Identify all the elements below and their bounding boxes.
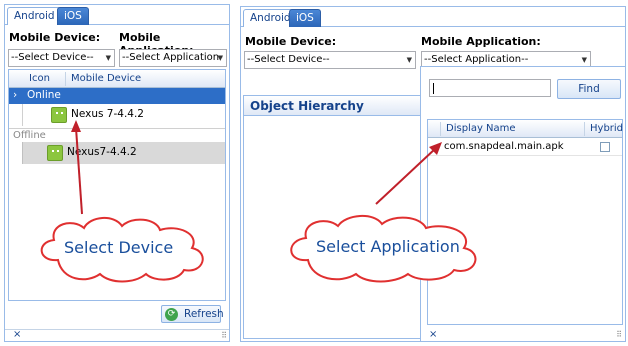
hybrid-checkbox[interactable] xyxy=(600,142,610,152)
refresh-label: Refresh xyxy=(184,308,224,320)
device-row-offline[interactable]: Nexus7-4.4.2 xyxy=(9,142,225,164)
application-dropdown-value: --Select Application-- xyxy=(424,54,529,65)
annotation-arrow xyxy=(71,120,83,215)
popup-search-input[interactable] xyxy=(429,79,551,97)
object-hierarchy-title: Object Hierarchy xyxy=(244,96,422,116)
select-application-annotation: Select Application xyxy=(316,237,460,256)
device-grid-header: Icon Mobile Device xyxy=(9,70,225,88)
select-device-annotation: Select Device xyxy=(64,238,174,257)
refresh-button[interactable]: ⟳ Refresh xyxy=(161,305,224,323)
group-row-online[interactable]: › Online xyxy=(9,88,225,104)
table-row[interactable]: com.snapdeal.main.apk xyxy=(428,138,622,156)
find-button[interactable]: Find xyxy=(557,79,621,99)
application-dropdown[interactable]: --Select Application-- ▼ xyxy=(119,49,227,79)
column-header-display-name[interactable]: Display Name xyxy=(446,120,516,137)
tab-ios[interactable]: iOS xyxy=(57,7,89,25)
device-dropdown-value: --Select Device-- xyxy=(11,52,94,63)
tab-ios[interactable]: iOS xyxy=(289,9,321,27)
popup-footer: × ⠿ xyxy=(421,329,625,341)
mobile-application-label: Mobile Application: xyxy=(421,35,541,48)
application-grid-header: Display Name Hybrid xyxy=(428,120,623,138)
column-header-mobile-device[interactable]: Mobile Device xyxy=(71,70,141,87)
device-row-online[interactable]: Nexus 7-4.4.2 xyxy=(9,104,225,126)
left-panel-footer: × ⠿ xyxy=(5,329,229,341)
expand-arrow-icon[interactable]: › xyxy=(13,88,17,103)
left-panel: Android iOS Mobile Device: Mobile Applic… xyxy=(4,4,230,342)
display-name-cell: com.snapdeal.main.apk xyxy=(444,141,564,152)
grip-icon[interactable]: ⠿ xyxy=(221,331,227,340)
dropdown-arrow-icon[interactable]: ▼ xyxy=(106,50,111,66)
column-header-hybrid[interactable]: Hybrid xyxy=(590,120,623,137)
group-row-offline[interactable]: Offline xyxy=(9,128,225,142)
mobile-device-label: Mobile Device: xyxy=(245,35,337,48)
device-dropdown-value: --Select Device-- xyxy=(247,54,330,65)
device-dropdown[interactable]: --Select Device-- ▼ xyxy=(244,51,416,69)
tab-android[interactable]: Android xyxy=(7,7,62,25)
annotation-arrow xyxy=(375,142,442,205)
grip-icon[interactable]: ⠿ xyxy=(616,330,622,339)
application-popup: Find Display Name Hybrid com.snapdeal.ma… xyxy=(420,66,626,342)
close-icon[interactable]: × xyxy=(429,329,437,340)
right-tabstrip: Android iOS xyxy=(241,7,625,27)
refresh-icon: ⟳ xyxy=(165,308,178,321)
left-tabstrip: Android iOS xyxy=(5,5,229,25)
dropdown-arrow-icon[interactable]: ▼ xyxy=(218,50,223,66)
column-header-icon[interactable]: Icon xyxy=(29,70,50,87)
mobile-device-label: Mobile Device: xyxy=(9,31,101,44)
group-label-online: Online xyxy=(27,89,61,101)
dropdown-arrow-icon[interactable]: ▼ xyxy=(407,52,412,68)
group-label-offline: Offline xyxy=(13,130,46,141)
device-dropdown[interactable]: --Select Device-- ▼ xyxy=(8,49,115,67)
close-icon[interactable]: × xyxy=(13,329,21,340)
